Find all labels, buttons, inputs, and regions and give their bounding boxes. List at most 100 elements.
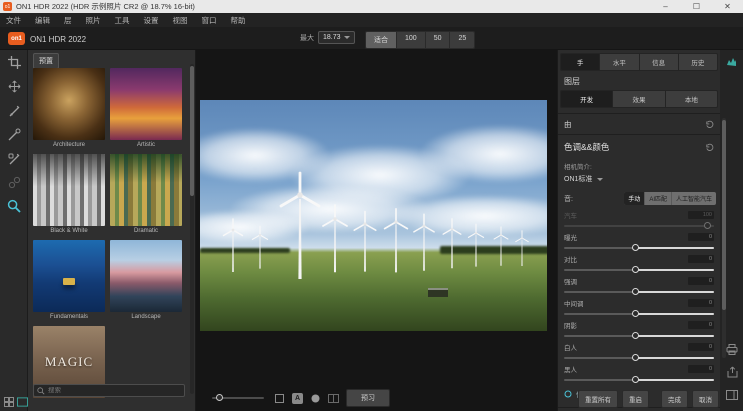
slider-handle[interactable] [632,288,639,295]
midtones-slider: 中间调0 [558,295,720,315]
presets-button[interactable]: 预置 [33,53,59,69]
done-button[interactable]: 完成 [661,390,688,408]
preset-thumbnail [110,68,182,140]
zoom-value-dropdown[interactable]: 18.73 [318,31,355,44]
preset-category-black-white[interactable]: Black & White [33,154,105,235]
close-button[interactable]: ✕ [712,0,743,13]
tab-navigator[interactable]: 手 [561,54,600,70]
wind-turbine [490,222,512,270]
tool-column [0,50,28,411]
minimize-button[interactable]: – [650,0,681,13]
preset-category-landscape[interactable]: Landscape [110,240,182,321]
refine-brush-tool-button[interactable] [0,146,28,170]
slider-handle[interactable] [632,332,639,339]
fit-button[interactable]: 适合 [366,32,397,48]
menu-photo[interactable]: 照片 [86,15,101,26]
tone-mode-segment: 手动 AI匹配 人工智能汽车 [624,192,716,205]
soft-proof-icon[interactable]: A [292,393,303,404]
preset-category-architecture[interactable]: Architecture [33,68,105,149]
reset-icon[interactable] [705,120,714,129]
reset-all-button[interactable]: 重置所有 [578,390,618,408]
preview-circle-icon[interactable] [310,393,321,404]
slider-value[interactable]: 0 [688,277,714,285]
tab-develop[interactable]: 开发 [561,91,613,107]
tone-ai-match-button[interactable]: AI匹配 [645,192,672,205]
preset-category-artistic[interactable]: Artistic [110,68,182,149]
slider-value[interactable]: 0 [688,321,714,329]
preset-category-dramatic[interactable]: Dramatic [110,154,182,235]
preset-thumbnail [110,154,182,226]
menu-view[interactable]: 视图 [173,15,188,26]
crop-tool-button[interactable] [0,50,28,74]
hdr-pane-header[interactable]: 由 [558,113,720,134]
slider-handle[interactable] [704,222,711,229]
panel-scrollbar[interactable] [722,118,726,358]
printer-icon[interactable] [725,342,739,356]
panel-top-tabs: 手 水平 信息 历史 [560,53,718,71]
zoom-50-button[interactable]: 50 [426,32,451,48]
slider-handle[interactable] [632,244,639,251]
slider-handle[interactable] [632,354,639,361]
app-icon: o1 [3,2,12,11]
contrast-slider: 对比0 [558,251,720,271]
compare-box-icon[interactable] [274,393,285,404]
highlights-slider: 强调0 [558,273,720,293]
masking-bug-tool-button[interactable] [0,122,28,146]
view-zoom-tool-button[interactable] [0,194,28,218]
reset-button[interactable]: 重启 [622,390,649,408]
slider-value[interactable]: 0 [688,343,714,351]
export-icon[interactable] [725,365,739,379]
menu-tools[interactable]: 工具 [115,15,130,26]
chisel-tool-button[interactable] [0,170,28,194]
slider-value[interactable]: 0 [688,233,714,241]
slider-handle[interactable] [632,376,639,383]
on1-logo: on1 [8,32,25,45]
tab-levels[interactable]: 水平 [600,54,639,70]
camera-profile-dropdown[interactable]: ON1标准 [558,172,720,188]
slider-handle[interactable] [216,394,223,401]
blacks-slider: 黑人0 [558,361,720,381]
slider-value[interactable]: 0 [688,365,714,373]
cancel-button[interactable]: 取消 [692,390,719,408]
wind-turbine [348,202,382,280]
masking-brush-tool-button[interactable] [0,98,28,122]
menu-file[interactable]: 文件 [6,15,21,26]
tab-local[interactable]: 本地 [666,91,717,107]
maximize-button[interactable]: ☐ [681,0,712,13]
menu-bar: 文件 编辑 层 照片 工具 设置 视图 窗口 帮助 [0,13,743,27]
zoom-100-button[interactable]: 100 [397,32,426,48]
tab-info[interactable]: 信息 [640,54,679,70]
move-tool-button[interactable] [0,74,28,98]
search-input[interactable] [48,387,181,394]
slider-value[interactable]: 0 [688,255,714,263]
tone-label: 音: [564,194,573,204]
menu-window[interactable]: 窗口 [202,15,217,26]
menu-help[interactable]: 帮助 [231,15,246,26]
preset-search [33,384,185,397]
wind-turbine [464,218,488,272]
tone-manual-button[interactable]: 手动 [624,192,645,205]
slider-value[interactable]: 100 [688,211,714,219]
slider-handle[interactable] [632,266,639,273]
menu-layer[interactable]: 层 [64,15,72,26]
zoom-25-button[interactable]: 25 [450,32,474,48]
preview-button[interactable]: 预习 [346,389,390,407]
histogram-icon[interactable] [725,54,739,68]
reset-icon[interactable] [705,143,714,152]
side-panel-icon[interactable] [725,388,739,402]
slider-value[interactable]: 0 [688,299,714,307]
menu-edit[interactable]: 编辑 [35,15,50,26]
tone-color-pane-header[interactable]: 色调&&颜色 [558,134,720,157]
menu-settings[interactable]: 设置 [144,15,159,26]
tab-history[interactable]: 历史 [679,54,717,70]
preset-scrollbar[interactable] [190,64,194,394]
tab-effects[interactable]: 效果 [613,91,665,107]
preset-category-fundamentals[interactable]: Fundamentals [33,240,105,321]
photo-windfarm[interactable] [200,100,547,331]
split-view-icon[interactable] [328,393,339,404]
browse-grid-icon[interactable] [3,396,14,407]
bottom-zoom-slider[interactable] [212,397,264,399]
edit-view-icon[interactable] [17,396,28,407]
tone-ai-auto-button[interactable]: 人工智能汽车 [672,192,716,205]
slider-handle[interactable] [632,310,639,317]
